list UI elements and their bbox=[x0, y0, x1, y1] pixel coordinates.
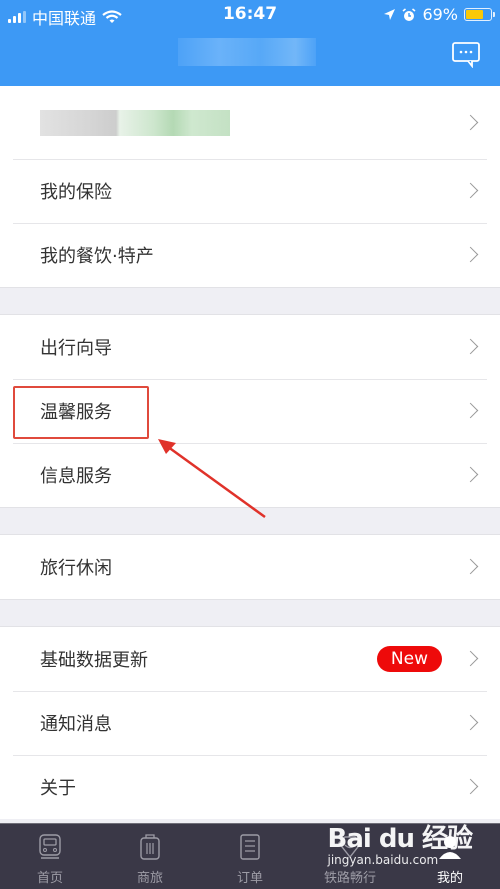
chevron-right-icon bbox=[462, 402, 479, 419]
row-my-insurance[interactable]: 我的保险 bbox=[0, 159, 500, 223]
train-icon bbox=[39, 834, 61, 859]
row-travel-guide[interactable]: 出行向导 bbox=[0, 315, 500, 379]
obscured-text bbox=[40, 109, 230, 136]
row-my-dining-specialty[interactable]: 我的餐饮·特产 bbox=[0, 223, 500, 287]
row-label: 出行向导 bbox=[40, 338, 112, 359]
chevron-right-icon bbox=[462, 114, 479, 130]
row-about[interactable]: 关于 bbox=[0, 755, 500, 819]
row-label: 我的保险 bbox=[40, 182, 112, 203]
chevron-right-icon bbox=[462, 778, 479, 795]
alarm-icon bbox=[402, 7, 416, 21]
chevron-right-icon bbox=[462, 338, 479, 355]
row-travel-leisure[interactable]: 旅行休闲 bbox=[0, 535, 500, 599]
tab-orders[interactable]: 订单 bbox=[200, 824, 300, 889]
battery-icon bbox=[464, 8, 495, 21]
row-label: 旅行休闲 bbox=[40, 558, 112, 579]
order-list-icon bbox=[240, 834, 260, 860]
row-base-data-update[interactable]: 基础数据更新 New bbox=[0, 627, 500, 691]
tab-label: 铁路畅行 bbox=[323, 871, 376, 886]
chevron-right-icon bbox=[462, 182, 479, 199]
section-divider bbox=[0, 599, 500, 627]
tab-business-travel[interactable]: 商旅 bbox=[100, 824, 200, 889]
top-header: 中国联通 16:47 69% bbox=[0, 0, 500, 86]
tab-label: 商旅 bbox=[136, 871, 163, 886]
row-label: 通知消息 bbox=[40, 714, 112, 735]
row-notifications[interactable]: 通知消息 bbox=[0, 691, 500, 755]
tab-label: 我的 bbox=[436, 871, 463, 886]
baidu-watermark: Bai du 经验 jingyan.baidu.com bbox=[328, 818, 473, 867]
group-system: 基础数据更新 New 通知消息 关于 bbox=[0, 627, 500, 819]
row-label: 关于 bbox=[40, 778, 76, 799]
new-badge: New bbox=[376, 646, 442, 672]
row-label: 信息服务 bbox=[40, 466, 112, 487]
chevron-right-icon bbox=[462, 246, 479, 263]
group-leisure: 旅行休闲 bbox=[0, 535, 500, 599]
annotation-arrow-icon bbox=[158, 439, 266, 519]
chevron-right-icon bbox=[462, 558, 479, 575]
row-label: 基础数据更新 bbox=[40, 650, 148, 671]
watermark-logo: Bai du 经验 bbox=[327, 824, 473, 854]
chevron-right-icon bbox=[462, 466, 479, 483]
tab-home[interactable]: 首页 bbox=[0, 824, 100, 889]
page-title-obscured bbox=[178, 38, 316, 66]
location-icon bbox=[384, 9, 396, 20]
chevron-right-icon bbox=[462, 650, 479, 667]
watermark-url: jingyan.baidu.com bbox=[327, 853, 439, 867]
tab-label: 首页 bbox=[36, 871, 63, 886]
luggage-icon bbox=[140, 834, 160, 860]
section-divider bbox=[0, 287, 500, 315]
chevron-right-icon bbox=[462, 714, 479, 731]
group-account: 我的保险 我的餐饮·特产 bbox=[0, 86, 500, 287]
chat-bubble-icon[interactable] bbox=[452, 42, 480, 68]
tab-label: 订单 bbox=[236, 871, 263, 886]
row-label: 我的餐饮·特产 bbox=[40, 246, 154, 267]
annotation-highlight-box bbox=[13, 386, 149, 439]
row-obscured-account[interactable] bbox=[0, 86, 500, 159]
battery-percent: 69% bbox=[422, 5, 458, 24]
status-bar: 中国联通 16:47 69% bbox=[0, 0, 500, 30]
